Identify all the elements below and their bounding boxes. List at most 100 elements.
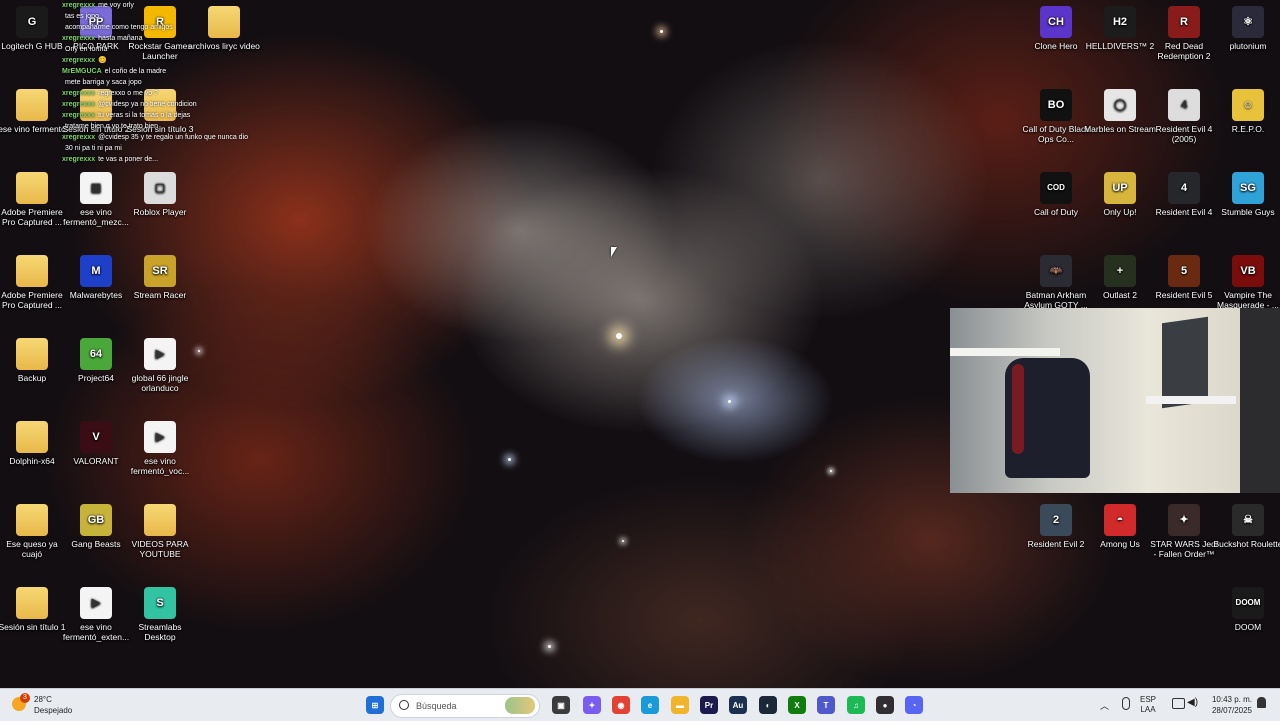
desktop-icon[interactable]: Adobe Premiere Pro Captured ...	[0, 255, 68, 310]
desktop-icon[interactable]: Sesión sin título 1	[0, 587, 68, 632]
microphone-icon[interactable]	[1122, 697, 1130, 710]
desktop-icon[interactable]: SG Stumble Guys	[1212, 172, 1280, 217]
desktop-icon[interactable]: H2 HELLDIVERS™ 2	[1084, 6, 1156, 51]
desktop-icon[interactable]: ▦ ese vino fermentó_mezc...	[60, 172, 132, 227]
chat-username: xregrexxx	[62, 112, 96, 119]
desktop-icon[interactable]: ▢ Roblox Player	[124, 172, 196, 217]
desktop-icon[interactable]: SR Stream Racer	[124, 255, 196, 300]
audition-icon[interactable]: Au	[729, 696, 747, 714]
desktop-icon-label: ese vino fermentó_mezc...	[63, 207, 129, 227]
desktop-icon-label: R.E.P.O.	[1231, 124, 1265, 134]
copilot-icon[interactable]: ✦	[583, 696, 601, 714]
desktop-icon[interactable]: 4 Resident Evil 4 (2005)	[1148, 89, 1220, 144]
start-button[interactable]: ⊞	[366, 696, 384, 714]
chat-username: MrEMGUCA	[62, 68, 102, 75]
desktop-icon[interactable]: Adobe Premiere Pro Captured ...	[0, 172, 68, 227]
weather-widget[interactable]: 3 28°C Despejado	[12, 693, 82, 717]
chevron-up-icon[interactable]: ︿	[1100, 699, 1109, 712]
desktop-icon-label: Among Us	[1100, 539, 1140, 549]
chat-message: Orly en forma	[62, 44, 252, 55]
chat-text: me voy orly	[98, 2, 134, 9]
project64-icon: 64	[80, 338, 112, 370]
desktop-icon[interactable]: ⚛ plutonium	[1212, 6, 1280, 51]
desktop-icon[interactable]: ◯ Marbles on Stream	[1084, 89, 1156, 134]
desktop-icon[interactable]: GB Gang Beasts	[60, 504, 132, 549]
desktop-icon[interactable]: Ese queso ya cuajó	[0, 504, 68, 559]
chat-message: xregrexxx hasta mañana	[62, 33, 252, 44]
desktop-icon[interactable]: S Streamlabs Desktop	[124, 587, 196, 642]
desktop-icon[interactable]: Dolphin-x64	[0, 421, 68, 466]
desktop-icon-label: Call of Duty	[1034, 207, 1078, 217]
obs-icon[interactable]: ●	[876, 696, 894, 714]
desktop-icon[interactable]: VB Vampire The Masquerade - ...	[1212, 255, 1280, 310]
task-view-icon[interactable]: ▣	[552, 696, 570, 714]
desktop-icon[interactable]: ▶ ese vino fermentó_voc...	[124, 421, 196, 476]
language-line2: LAA	[1140, 705, 1156, 714]
folder-icon	[144, 504, 176, 536]
repo-icon: ☺	[1232, 89, 1264, 121]
desktop-icon[interactable]: Backup	[0, 338, 68, 383]
clock[interactable]: 10:43 p. m. 28/07/2025	[1208, 694, 1252, 716]
desktop-icon[interactable]: ▶ ese vino fermentó_exten...	[60, 587, 132, 642]
desktop-icon[interactable]: 🦇 Batman Arkham Asylum GOTY ...	[1020, 255, 1092, 310]
desktop-icon[interactable]: ◓ Among Us	[1084, 504, 1156, 549]
desktop-icon[interactable]: 2 Resident Evil 2	[1020, 504, 1092, 549]
desktop-icon-label: Ese queso ya cuajó	[6, 539, 58, 559]
folder-icon	[16, 338, 48, 370]
desktop-icon[interactable]: ☺ R.E.P.O.	[1212, 89, 1280, 134]
edge-icon[interactable]: e	[641, 696, 659, 714]
desktop-icon[interactable]: ▶ global 66 jingle orlanduco	[124, 338, 196, 393]
desktop-icon[interactable]: BO Call of Duty Black Ops Co...	[1020, 89, 1092, 144]
helldivers-icon: H2	[1104, 6, 1136, 38]
desktop-icon[interactable]: VIDEOS PARA YOUTUBE	[124, 504, 196, 559]
batman-icon: 🦇	[1040, 255, 1072, 287]
re4-2005-icon: 4	[1168, 89, 1200, 121]
webcam-desk	[1146, 396, 1236, 404]
desktop-icon[interactable]: 5 Resident Evil 5	[1148, 255, 1220, 300]
premiere-icon[interactable]: Pr	[700, 696, 718, 714]
notification-bell-icon[interactable]	[1257, 697, 1266, 708]
desktop-icon[interactable]: M Malwarebytes	[60, 255, 132, 300]
chat-message: mete barriga y saca jopo	[62, 77, 252, 88]
desktop-icon[interactable]: DOOM DOOM	[1212, 587, 1280, 632]
chat-message: xregrexxx te vas a poner de...	[62, 154, 252, 165]
xbox-icon[interactable]: X	[788, 696, 806, 714]
chat-text: hasta mañana	[98, 35, 143, 42]
desktop-icon[interactable]: COD Call of Duty	[1020, 172, 1092, 217]
chat-message: tratame bien q yo te trato bien	[62, 121, 252, 132]
chrome-icon[interactable]: ◉	[612, 696, 630, 714]
discord-icon[interactable]: ◔	[905, 696, 923, 714]
outlast-icon: +	[1104, 255, 1136, 287]
desktop-icon-label: Vampire The Masquerade - ...	[1217, 290, 1279, 310]
spotify-icon[interactable]: ♫	[847, 696, 865, 714]
chat-message: xregrexxx me voy orly	[62, 0, 252, 11]
desktop-icon-label: ese vino fermentó_exten...	[62, 622, 130, 642]
desktop-icon-label: Buckshot Roulette	[1213, 539, 1280, 549]
desktop-icon[interactable]: ☠ Buckshot Roulette	[1212, 504, 1280, 549]
logitech-icon: G	[16, 6, 48, 38]
desktop-icon[interactable]: + Outlast 2	[1084, 255, 1156, 300]
desktop-icon[interactable]: V VALORANT	[60, 421, 132, 466]
desktop-icon[interactable]: ese vino fermentó	[0, 89, 68, 134]
volume-icon[interactable]: ◀)	[1187, 697, 1198, 708]
folder-icon	[16, 172, 48, 204]
desktop-icon[interactable]: ✦ STAR WARS Jedi - Fallen Order™	[1148, 504, 1220, 559]
language-indicator[interactable]: ESP LAA	[1140, 695, 1156, 715]
network-icon[interactable]	[1172, 698, 1185, 709]
desktop-icon[interactable]: R Red Dead Redemption 2	[1148, 6, 1220, 61]
chat-username: xregrexxx	[62, 156, 96, 163]
desktop-icon[interactable]: CH Clone Hero	[1020, 6, 1092, 51]
webcam-overlay	[950, 308, 1280, 493]
chat-text: mete barriga y saca jopo	[65, 79, 142, 86]
desktop-icon[interactable]: G Logitech G HUB	[0, 6, 68, 51]
steam-icon[interactable]: ◐	[759, 696, 777, 714]
teams-icon[interactable]: T	[817, 696, 835, 714]
search-box[interactable]: Búsqueda	[390, 694, 540, 718]
desktop-icon[interactable]: 64 Project64	[60, 338, 132, 383]
file-explorer-icon[interactable]: ▬	[671, 696, 689, 714]
desktop-icon[interactable]: UP Only Up!	[1084, 172, 1156, 217]
desktop-icon-label: Resident Evil 4 (2005)	[1155, 124, 1213, 144]
desktop-icon[interactable]: 4 Resident Evil 4	[1148, 172, 1220, 217]
search-highlight-icon	[505, 697, 535, 714]
chat-text: 30 ni pa ti ni pa mi	[65, 145, 122, 152]
